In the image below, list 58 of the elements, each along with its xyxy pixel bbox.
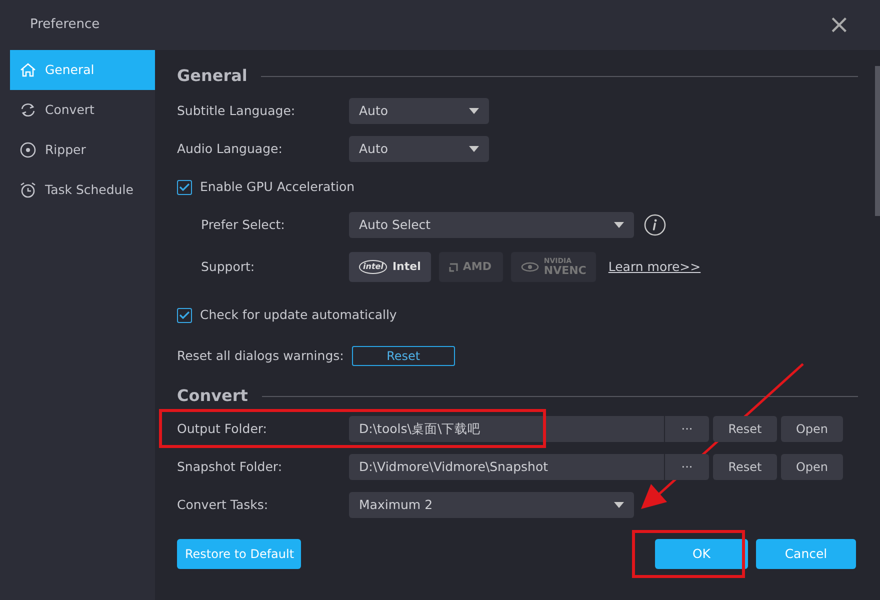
- field-label: Snapshot Folder:: [177, 458, 284, 476]
- convert-icon: [19, 101, 37, 119]
- sidebar-item[interactable]: Convert: [10, 90, 155, 130]
- field-label: Support:: [201, 258, 256, 276]
- sidebar-item-label: General: [45, 60, 94, 79]
- sidebar-item[interactable]: Ripper: [10, 130, 155, 170]
- intel-logo: intel: [359, 260, 388, 274]
- field-label: Convert Tasks:: [177, 496, 270, 514]
- reset-button[interactable]: Reset: [713, 416, 777, 442]
- dropdown-value: Maximum 2: [359, 496, 433, 514]
- gpu-name: Intel: [392, 258, 421, 275]
- sidebar-item-label: Task Schedule: [45, 180, 134, 199]
- dropdown-arrow-icon: [469, 146, 479, 152]
- window-title: Preference: [30, 16, 100, 34]
- browse-button[interactable]: ···: [665, 416, 709, 442]
- checkbox[interactable]: [177, 308, 192, 322]
- amd-logo-icon: [448, 262, 458, 272]
- alarm-clock-icon: [19, 181, 37, 199]
- disc-icon: [19, 141, 37, 159]
- field-label: Reset all dialogs warnings:: [177, 346, 344, 365]
- open-button[interactable]: Open: [781, 416, 843, 442]
- eye-logo-icon: [520, 262, 539, 272]
- dropdown[interactable]: Auto Select: [349, 212, 634, 238]
- checkbox-label: Check for update automatically: [200, 306, 397, 324]
- gpu-name: NVENC: [544, 265, 586, 276]
- browse-button[interactable]: ···: [665, 454, 709, 480]
- dropdown[interactable]: Auto: [349, 136, 489, 162]
- dropdown[interactable]: Auto: [349, 98, 489, 124]
- open-button[interactable]: Open: [781, 454, 843, 480]
- field-label: Audio Language:: [177, 140, 284, 158]
- dropdown[interactable]: Maximum 2: [349, 492, 634, 518]
- close-button[interactable]: ×: [824, 12, 854, 38]
- sidebar-item-label: Convert: [45, 100, 94, 119]
- field-label: Prefer Select:: [201, 216, 286, 234]
- learn-more-link[interactable]: Learn more>>: [608, 258, 701, 276]
- dropdown-arrow-icon: [614, 502, 624, 508]
- checkbox-label: Enable GPU Acceleration: [200, 178, 355, 196]
- path-field[interactable]: D:\tools\桌面\下载吧: [349, 416, 664, 442]
- section-title: Convert: [177, 385, 248, 407]
- reset-button[interactable]: Reset: [713, 454, 777, 480]
- section-title: General: [177, 65, 248, 87]
- gpu-name: AMD: [462, 258, 492, 275]
- field-label: Subtitle Language:: [177, 102, 296, 120]
- gpu-support-option[interactable]: intel Intel: [349, 252, 431, 282]
- dropdown-value: Auto Select: [359, 216, 431, 234]
- field-label: Output Folder:: [177, 420, 268, 438]
- dropdown-value: Auto: [359, 140, 388, 158]
- sidebar-item[interactable]: Task Schedule: [10, 170, 155, 210]
- checkbox[interactable]: [177, 180, 192, 194]
- reset-button[interactable]: Reset: [352, 346, 455, 366]
- dropdown-arrow-icon: [469, 108, 479, 114]
- home-icon: [19, 61, 37, 79]
- dropdown-value: Auto: [359, 102, 388, 120]
- info-icon[interactable]: [644, 214, 666, 236]
- scrollbar[interactable]: [875, 66, 880, 216]
- dropdown-arrow-icon: [614, 222, 624, 228]
- path-field[interactable]: D:\Vidmore\Vidmore\Snapshot: [349, 454, 664, 480]
- sidebar-item-label: Ripper: [45, 140, 86, 159]
